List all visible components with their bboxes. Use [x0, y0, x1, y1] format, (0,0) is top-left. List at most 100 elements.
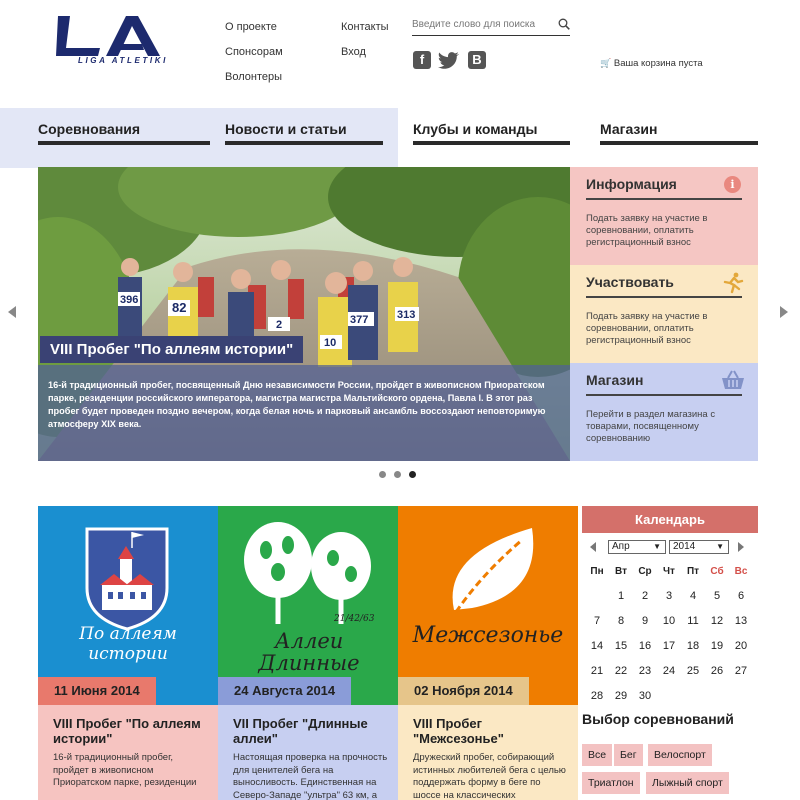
- calendar-day[interactable]: 2: [633, 590, 657, 602]
- sidebar-block-participate[interactable]: Участвовать Подать заявку на участие в с…: [570, 265, 758, 363]
- event-date: 02 Ноября 2014: [398, 677, 529, 705]
- vkontakte-icon[interactable]: B: [468, 51, 486, 69]
- calendar-day[interactable]: 3: [657, 590, 681, 602]
- calendar-day[interactable]: 16: [633, 640, 657, 652]
- cart-status[interactable]: 🛒 Ваша корзина пуста: [600, 58, 703, 69]
- weekday-label: Пт: [686, 566, 700, 577]
- sidebar-block-shop[interactable]: Магазин Перейти в раздел магазина с това…: [570, 363, 758, 461]
- calendar-day[interactable]: 11: [681, 615, 705, 627]
- calendar-day[interactable]: 21: [585, 665, 609, 677]
- calendar-day[interactable]: 24: [657, 665, 681, 677]
- facebook-icon[interactable]: f: [413, 51, 431, 69]
- nav-label: Клубы и команды: [413, 121, 538, 137]
- event-art-title: Аллеи Длинные: [258, 629, 360, 675]
- event-art-title: Межсезонье: [412, 623, 564, 648]
- event-art-title: По аллеям истории: [79, 624, 177, 664]
- nav-label: Магазин: [600, 121, 658, 137]
- calendar-day[interactable]: 9: [633, 615, 657, 627]
- calendar-day[interactable]: 7: [585, 615, 609, 627]
- chevron-down-icon: ▼: [716, 542, 724, 551]
- hero-title[interactable]: VIII Пробег "По аллеям истории": [40, 336, 304, 363]
- slide-dot-2[interactable]: [394, 471, 401, 478]
- cart-icon: 🛒: [600, 58, 612, 68]
- tag-all[interactable]: Все: [582, 744, 613, 766]
- calendar-day[interactable]: 17: [657, 640, 681, 652]
- calendar-day[interactable]: 23: [633, 665, 657, 677]
- calendar-day[interactable]: 14: [585, 640, 609, 652]
- link-about[interactable]: О проекте: [225, 21, 277, 33]
- search-icon[interactable]: [558, 18, 570, 30]
- bib-377: 377: [350, 314, 368, 326]
- calendar-year-select[interactable]: 2014 ▼: [669, 540, 729, 554]
- weekday-label: Пн: [590, 566, 604, 577]
- calendar-day[interactable]: 15: [609, 640, 633, 652]
- calendar-day[interactable]: 10: [657, 615, 681, 627]
- nav-competitions[interactable]: Соревнования: [38, 108, 210, 168]
- calendar-day[interactable]: 8: [609, 615, 633, 627]
- sidebar-participate-underline: [586, 296, 742, 298]
- slide-dot-1[interactable]: [379, 471, 386, 478]
- tag-skiing[interactable]: Лыжный спорт: [646, 772, 729, 794]
- event-card-alleys-history[interactable]: По аллеям истории 11 Июня 2014 VIII Проб…: [38, 506, 218, 800]
- sidebar-shop-text: Перейти в раздел магазина с товарами, по…: [586, 409, 716, 444]
- event-art: 21/42/63 Аллеи Длинные: [218, 506, 398, 705]
- link-sponsors[interactable]: Спонсорам: [225, 46, 283, 58]
- event-title[interactable]: VII Пробег "Длинные аллеи": [233, 716, 388, 746]
- calendar-day[interactable]: 27: [729, 665, 753, 677]
- basket-icon: [722, 370, 744, 389]
- event-title[interactable]: VIII Пробег "Межсезонье": [413, 716, 568, 746]
- calendar-day[interactable]: 12: [705, 615, 729, 627]
- calendar-day[interactable]: 29: [609, 690, 633, 702]
- calendar-day[interactable]: 19: [705, 640, 729, 652]
- calendar-title: Календарь: [582, 506, 758, 533]
- calendar-next-icon[interactable]: [738, 542, 744, 552]
- nav-underline: [600, 141, 758, 145]
- calendar-month-select[interactable]: Апр ▼: [608, 540, 666, 554]
- next-slide-icon[interactable]: [780, 306, 788, 318]
- search-input[interactable]: [412, 14, 550, 35]
- sidebar-participate-text: Подать заявку на участие в соревновании,…: [586, 311, 708, 346]
- calendar-day[interactable]: 20: [729, 640, 753, 652]
- calendar-day[interactable]: 30: [633, 690, 657, 702]
- calendar-day[interactable]: 13: [729, 615, 753, 627]
- calendar-day[interactable]: 4: [681, 590, 705, 602]
- tag-cycling[interactable]: Велоспорт: [648, 744, 712, 766]
- prev-slide-icon[interactable]: [8, 306, 16, 318]
- weekday-label: Вс: [734, 566, 748, 577]
- nav-shop[interactable]: Магазин: [600, 108, 758, 168]
- event-card-offseason[interactable]: Межсезонье 02 Ноября 2014 VIII Пробег "М…: [398, 506, 578, 800]
- calendar-day[interactable]: 6: [729, 590, 753, 602]
- calendar-day[interactable]: 18: [681, 640, 705, 652]
- event-description: Дружеский пробег, собирающий истинных лю…: [413, 752, 566, 800]
- link-login[interactable]: Вход: [341, 46, 366, 58]
- event-art: По аллеям истории: [38, 506, 218, 705]
- slide-dot-3-active[interactable]: [409, 471, 416, 478]
- weekday-label: Сб: [710, 566, 724, 577]
- twitter-icon[interactable]: [438, 51, 460, 69]
- bib-10: 10: [324, 337, 336, 349]
- event-title[interactable]: VIII Пробег "По аллеям истории": [53, 716, 208, 746]
- calendar-day[interactable]: 28: [585, 690, 609, 702]
- sidebar-shop-title: Магазин: [586, 372, 644, 388]
- crest-icon: [85, 527, 169, 631]
- tag-triathlon[interactable]: Триатлон: [582, 772, 640, 794]
- nav-news[interactable]: Новости и статьи: [225, 108, 383, 168]
- event-description: Настоящая проверка на прочность для цени…: [233, 752, 388, 800]
- calendar-day[interactable]: 1: [609, 590, 633, 602]
- tag-running[interactable]: Бег: [614, 744, 643, 766]
- runner-icon: [723, 272, 744, 294]
- calendar-day[interactable]: 25: [681, 665, 705, 677]
- logo[interactable]: LIGA ATLETIKI: [56, 16, 168, 68]
- link-volunteers[interactable]: Волонтеры: [225, 71, 282, 83]
- calendar-prev-icon[interactable]: [590, 542, 596, 552]
- link-contacts[interactable]: Контакты: [341, 21, 389, 33]
- calendar-day[interactable]: 26: [705, 665, 729, 677]
- nav-underline: [413, 141, 570, 145]
- nav-clubs[interactable]: Клубы и команды: [413, 108, 570, 168]
- calendar-day[interactable]: 22: [609, 665, 633, 677]
- sidebar-info-title: Информация: [586, 176, 677, 192]
- sidebar-block-info[interactable]: Информация i Подать заявку на участие в …: [570, 167, 758, 265]
- event-card-long-alleys[interactable]: 21/42/63 Аллеи Длинные 24 Августа 2014 V…: [218, 506, 398, 800]
- sidebar-shop-underline: [586, 394, 742, 396]
- calendar-day[interactable]: 5: [705, 590, 729, 602]
